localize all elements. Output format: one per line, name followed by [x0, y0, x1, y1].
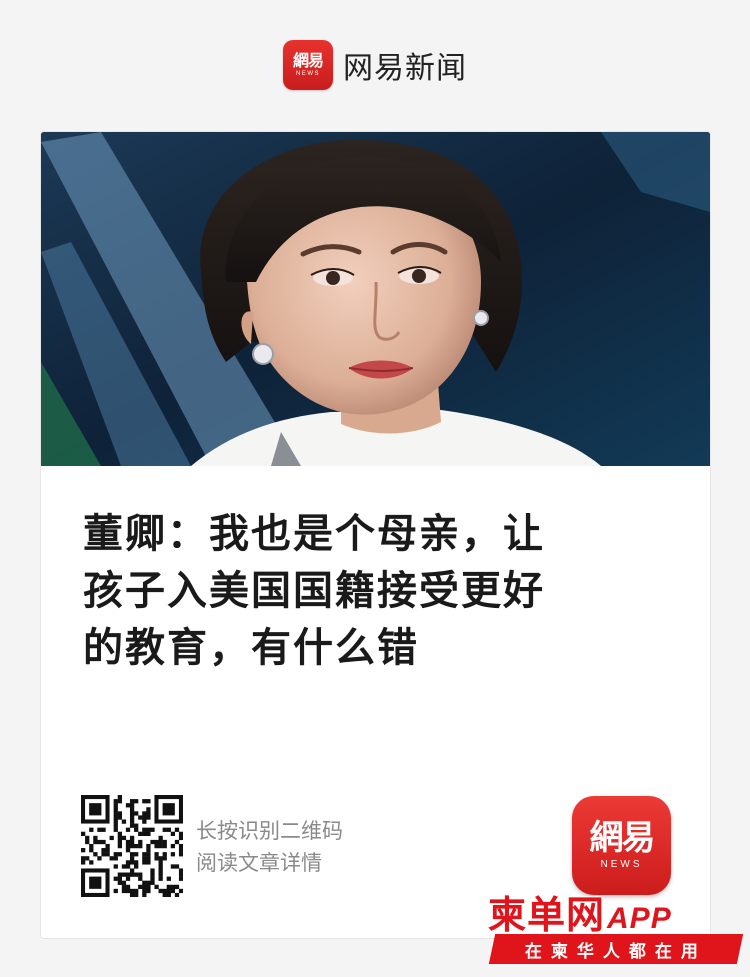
watermark-tagline-bar: 在柬华人都在用: [488, 934, 744, 964]
article-card[interactable]: 董卿：我也是个母亲，让 孩子入美国国籍接受更好 的教育，有什么错 长按识别二维码…: [40, 131, 711, 939]
headline-line: 的教育，有什么错: [83, 625, 419, 671]
qr-instructions: 长按识别二维码 阅读文章详情: [196, 815, 343, 879]
brand-name: 网易新闻: [343, 51, 467, 86]
brand-header: 網易 NEWS 网易新闻: [0, 38, 750, 92]
netease-news-logo: 網易 NEWS: [283, 40, 333, 90]
headline-line: 董卿：我也是个母亲，让: [83, 511, 545, 557]
watermark: 柬单网 APP 在柬华人都在用: [488, 884, 746, 974]
news-photo-illustration: [41, 132, 710, 466]
logo-subtext: NEWS: [296, 71, 320, 77]
qr-code-icon[interactable]: [81, 795, 183, 897]
netease-app-icon: 網易 NEWS: [572, 796, 671, 895]
qr-instruction-line: 长按识别二维码: [196, 819, 343, 843]
qr-instruction-line: 阅读文章详情: [196, 851, 322, 875]
logo-text: 網易: [292, 51, 324, 70]
app-icon-text: 網易: [589, 818, 656, 858]
watermark-title: 柬单网 APP: [488, 884, 672, 939]
watermark-main: 柬单网: [488, 893, 606, 937]
headline-line: 孩子入美国国籍接受更好: [83, 568, 545, 614]
app-icon-subtext: NEWS: [600, 859, 643, 870]
article-headline[interactable]: 董卿：我也是个母亲，让 孩子入美国国籍接受更好 的教育，有什么错: [83, 506, 673, 677]
article-photo: [41, 132, 710, 466]
watermark-app: APP: [607, 902, 672, 935]
watermark-tagline: 在柬华人都在用: [525, 941, 707, 962]
